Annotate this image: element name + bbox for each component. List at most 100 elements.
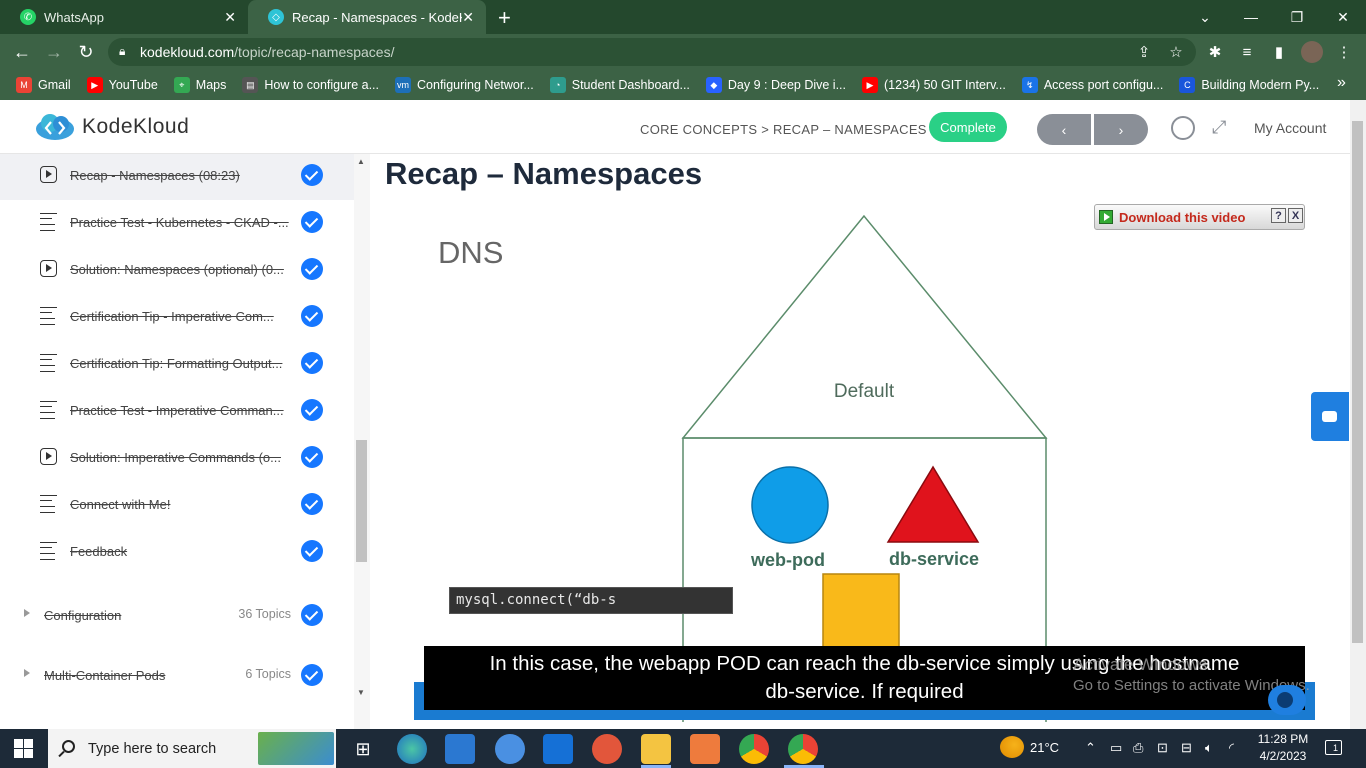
tab-kodekloud[interactable]: ◇ Recap - Namespaces - KodeKloud ✕ xyxy=(248,0,486,34)
page-scroll-thumb[interactable] xyxy=(1352,121,1363,643)
dark-mode-toggle-icon[interactable] xyxy=(1171,116,1195,140)
taskbar-clock[interactable]: 11:28 PM 4/2/2023 xyxy=(1256,731,1310,765)
wifi-icon[interactable]: ◜ xyxy=(1229,740,1234,756)
minimize-icon[interactable]: — xyxy=(1228,0,1274,34)
breadcrumb[interactable]: CORE CONCEPTS > RECAP – NAMESPACES xyxy=(640,122,927,137)
close-tab-icon[interactable]: ✕ xyxy=(462,9,474,26)
bookmark-access-port[interactable]: ↯ Access port configu... xyxy=(1021,77,1163,93)
c-icon: C xyxy=(1179,77,1196,93)
reload-icon[interactable]: ↻ xyxy=(70,34,102,70)
complete-button[interactable]: Complete xyxy=(929,112,1007,142)
tab-title: WhatsApp xyxy=(44,9,104,25)
page-icon: ▤ xyxy=(242,77,259,93)
lesson-item[interactable]: Solution: Imperative Commands (o... xyxy=(0,435,354,482)
lesson-item[interactable]: Practice Test - Imperative Comman... xyxy=(0,388,354,435)
bookmark-youtube[interactable]: ▶ YouTube xyxy=(86,77,158,93)
web-pod-circle xyxy=(751,466,829,544)
bookmark-networking[interactable]: vm Configuring Networ... xyxy=(395,77,534,93)
lesson-item[interactable]: Certification Tip - Imperative Com... xyxy=(0,294,354,341)
fullscreen-expand-icon[interactable]: ⤢ xyxy=(1212,117,1226,138)
bookmark-day9[interactable]: ◆ Day 9 : Deep Dive i... xyxy=(705,77,846,93)
scroll-up-arrow-icon[interactable]: ▲ xyxy=(357,157,365,166)
edge-icon[interactable] xyxy=(397,734,427,764)
url-bar[interactable]: 🔒︎ kodekloud.com/topic/recap-namespaces/ xyxy=(108,38,1196,66)
notification-center-icon[interactable]: 1 xyxy=(1325,740,1342,755)
bookmark-building-modern[interactable]: C Building Modern Py... xyxy=(1179,77,1319,93)
bookmark-star-icon[interactable]: ☆ xyxy=(1162,38,1190,66)
tab-whatsapp[interactable]: ✆ WhatsApp ✕ xyxy=(0,0,248,34)
tab-search-icon[interactable]: ⌄ xyxy=(1182,0,1228,34)
task-view-icon[interactable]: ⊞ xyxy=(348,734,378,764)
close-window-icon[interactable]: ✕ xyxy=(1320,0,1366,34)
video-player[interactable]: DNS Default web-pod db-service xyxy=(383,197,1328,722)
spiral-app-icon[interactable] xyxy=(592,734,622,764)
lesson-title: Solution: Imperative Commands (o... xyxy=(70,450,281,465)
settings-app-icon[interactable] xyxy=(690,734,720,764)
download-help-icon[interactable]: ? xyxy=(1271,208,1286,223)
lesson-item[interactable]: Solution: Namespaces (optional) (0... xyxy=(0,247,354,294)
lock-icon: 🔒︎ xyxy=(119,44,126,58)
lesson-title: Connect with Me! xyxy=(70,497,171,512)
lesson-item[interactable]: Recap - Namespaces (08:23) xyxy=(0,154,354,200)
restore-icon[interactable]: ❐ xyxy=(1274,0,1320,34)
back-icon[interactable]: ← xyxy=(6,34,38,70)
expand-arrow-icon[interactable] xyxy=(24,669,30,677)
screen-icon[interactable]: ⊟ xyxy=(1181,740,1192,756)
device-icon[interactable]: ⎙ xyxy=(1133,740,1143,756)
new-tab-icon[interactable]: + xyxy=(498,5,511,31)
file-explorer-icon[interactable] xyxy=(641,734,671,764)
bookmark-git-interview[interactable]: ▶ (1234) 50 GIT Interv... xyxy=(862,77,1006,93)
taskbar-search-box[interactable]: Type here to search xyxy=(48,729,336,768)
video-icon xyxy=(40,260,57,277)
completed-check-icon xyxy=(301,164,323,186)
extensions-icon[interactable]: ✱ xyxy=(1201,38,1229,66)
menu-icon[interactable]: ⋮ xyxy=(1330,38,1358,66)
store-icon[interactable] xyxy=(445,734,475,764)
chrome-icon[interactable] xyxy=(739,734,769,764)
chrome-profile-icon[interactable] xyxy=(788,734,818,764)
download-close-icon[interactable]: X xyxy=(1288,208,1303,223)
windows-start-icon[interactable] xyxy=(14,739,33,758)
bookmark-student-dashboard[interactable]: ◔ Student Dashboard... xyxy=(549,77,690,93)
next-lesson-button[interactable]: › xyxy=(1094,114,1148,145)
tray-overflow-icon[interactable]: ⌃ xyxy=(1085,740,1096,756)
lesson-item[interactable]: Practice Test - Kubernetes - CKAD -... xyxy=(0,200,354,247)
volume-icon[interactable]: 🔈︎ xyxy=(1205,740,1213,756)
profile-avatar[interactable] xyxy=(1298,38,1326,66)
kodekloud-logo[interactable]: KodeKloud xyxy=(34,113,189,141)
lesson-item[interactable]: Certification Tip: Formatting Output... xyxy=(0,341,354,388)
mail-icon[interactable] xyxy=(543,734,573,764)
bookmark-configure[interactable]: ▤ How to configure a... xyxy=(242,77,379,93)
bookmarks-overflow-icon[interactable]: » xyxy=(1337,74,1346,92)
camera-icon[interactable]: ⊡ xyxy=(1157,740,1168,756)
temperature[interactable]: 21°C xyxy=(1030,740,1059,755)
feedback-chat-icon[interactable] xyxy=(1311,392,1349,441)
section-configuration[interactable]: Configuration 36 Topics xyxy=(0,587,354,647)
bookmark-gmail[interactable]: M Gmail xyxy=(16,77,71,93)
lesson-item[interactable]: Connect with Me! xyxy=(0,482,354,529)
scroll-down-arrow-icon[interactable]: ▼ xyxy=(357,688,365,697)
search-highlight-icon[interactable] xyxy=(258,732,334,765)
gmail-icon: M xyxy=(16,77,32,93)
bookmark-maps[interactable]: ⌖ Maps xyxy=(173,77,226,93)
video-icon xyxy=(40,166,57,183)
media-icon[interactable]: ≡ xyxy=(1233,38,1261,66)
browser-blue-icon[interactable] xyxy=(495,734,525,764)
kodekloud-assistant-button[interactable] xyxy=(1268,685,1306,715)
previous-lesson-button[interactable]: ‹ xyxy=(1037,114,1091,145)
weather-icon[interactable] xyxy=(1000,736,1024,758)
pod-label: web-pod xyxy=(750,550,825,570)
sidebar-scroll-thumb[interactable] xyxy=(356,440,367,562)
forward-icon[interactable]: → xyxy=(38,34,70,70)
close-tab-icon[interactable]: ✕ xyxy=(224,9,236,26)
link-icon: ↯ xyxy=(1021,77,1038,93)
lesson-item[interactable]: Feedback xyxy=(0,529,354,576)
expand-arrow-icon[interactable] xyxy=(24,609,30,617)
section-multi-container-pods[interactable]: Multi-Container Pods 6 Topics xyxy=(0,647,354,707)
battery-icon[interactable]: ▭ xyxy=(1110,740,1122,756)
tab-title: Recap - Namespaces - KodeKloud xyxy=(292,9,462,25)
side-panel-icon[interactable]: ▮ xyxy=(1265,38,1293,66)
db-service-triangle xyxy=(886,465,980,543)
my-account-link[interactable]: My Account xyxy=(1254,120,1326,136)
share-icon[interactable]: ⇪ xyxy=(1130,38,1158,66)
